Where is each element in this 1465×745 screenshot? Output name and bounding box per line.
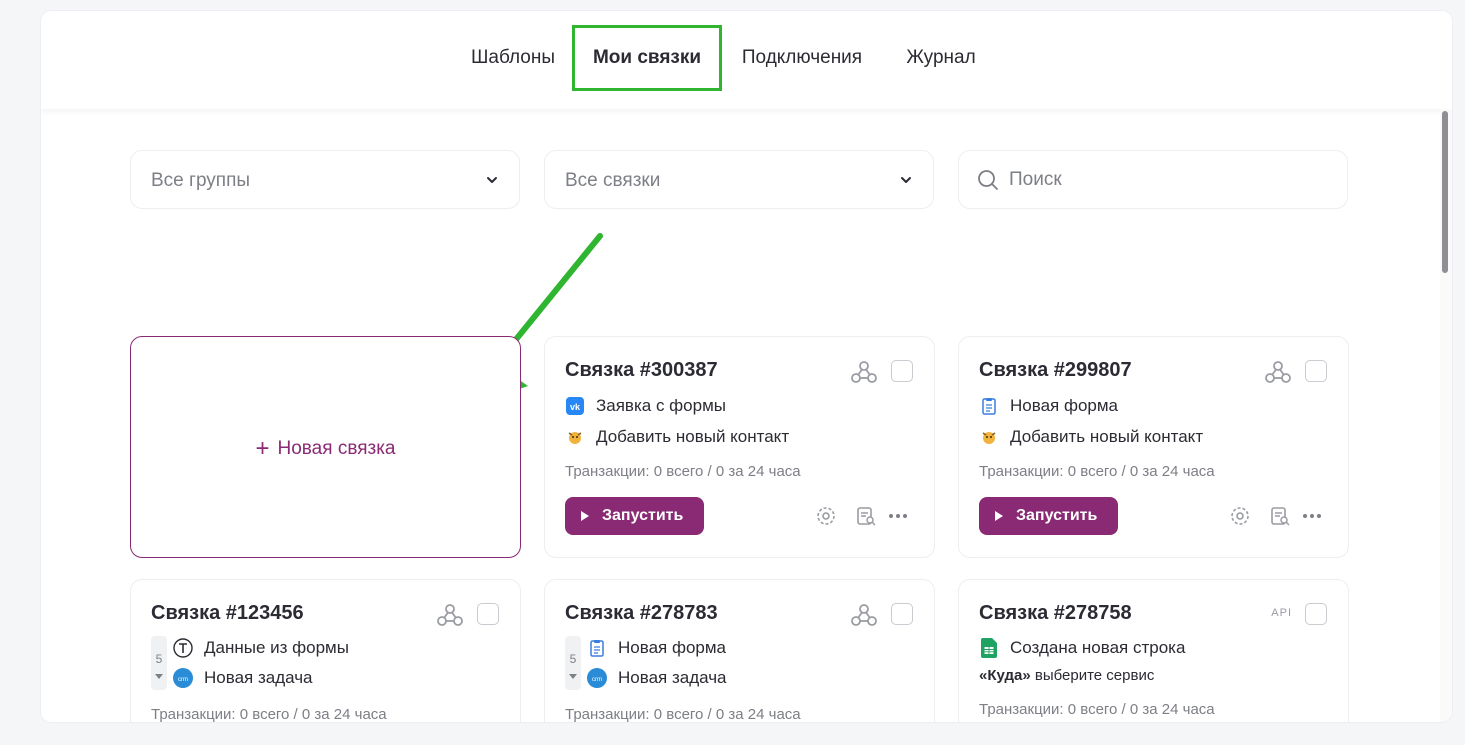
run-button[interactable]: Запустить (979, 497, 1118, 535)
run-label: Запустить (602, 507, 684, 524)
google-sheets-icon (979, 638, 999, 658)
trigger-text: Данные из формы (204, 638, 349, 657)
step-count: 5 (155, 652, 163, 666)
target-hint: выберите сервис (1030, 667, 1155, 684)
select-checkbox[interactable] (477, 603, 499, 625)
svg-text:crm: crm (178, 677, 188, 683)
main-panel: Шаблоны Мои связки Подключения Журнал Вс… (41, 11, 1452, 722)
link-card-title: Связка #300387 (565, 359, 718, 381)
chevron-down-icon (901, 177, 911, 183)
action-step: Добавить новый контакт (979, 427, 1203, 447)
gear-icon[interactable] (1229, 505, 1251, 527)
transactions-stats: Транзакции: 0 всего / 0 за 24 часа (979, 701, 1215, 718)
webhook-icon (1265, 361, 1291, 383)
play-icon (581, 511, 589, 521)
search-icon (978, 170, 998, 190)
tab-journal[interactable]: Журнал (896, 25, 986, 91)
action-step: crm Новая задача (587, 668, 727, 688)
step-count-stepper[interactable]: 5 (151, 636, 167, 690)
transactions-stats: Транзакции: 0 всего / 0 за 24 часа (979, 463, 1215, 480)
action-step: Добавить новый контакт (565, 427, 789, 447)
tab-my-links[interactable]: Мои связки (572, 25, 722, 91)
search-input[interactable] (1009, 164, 1309, 196)
more-options-icon[interactable] (887, 505, 909, 527)
trigger-text: Создана новая строка (1010, 638, 1186, 657)
vk-icon: vk (565, 396, 585, 416)
action-text: Добавить новый контакт (596, 427, 790, 446)
step-count-stepper[interactable]: 5 (565, 636, 581, 690)
run-button[interactable]: Запустить (565, 497, 704, 535)
target-label: «Куда» (979, 667, 1031, 684)
plus-icon: + (255, 435, 270, 462)
select-checkbox[interactable] (891, 603, 913, 625)
search-box[interactable] (958, 150, 1348, 209)
play-icon (995, 511, 1003, 521)
new-link-card[interactable]: + Новая связка (130, 336, 521, 558)
crm-icon: crm (587, 668, 607, 688)
webhook-icon (851, 604, 877, 626)
caret-down-icon (569, 674, 577, 679)
clipboard-icon (979, 396, 999, 416)
trigger-text: Заявка с формы (596, 396, 726, 415)
target-service-hint[interactable]: «Куда» выберите сервис (979, 667, 1154, 684)
webhook-icon (437, 604, 463, 626)
transactions-stats: Транзакции: 0 всего / 0 за 24 часа (565, 463, 801, 480)
link-card-title: Связка #123456 (151, 602, 304, 624)
text-t-icon (173, 638, 193, 658)
transactions-stats: Транзакции: 0 всего / 0 за 24 часа (151, 706, 387, 722)
groups-select[interactable]: Все группы (130, 150, 520, 209)
trigger-step: Новая форма (979, 396, 1118, 416)
contact-avatar-icon (565, 427, 585, 447)
trigger-text: Новая форма (618, 638, 726, 657)
trigger-step: vk Заявка с формы (565, 396, 726, 416)
more-options-icon[interactable] (1301, 505, 1323, 527)
run-label: Запустить (1016, 507, 1098, 524)
new-link-label: + Новая связка (131, 435, 520, 463)
trigger-step: Создана новая строка (979, 638, 1185, 658)
groups-select-value: Все группы (151, 170, 251, 191)
crm-icon: crm (173, 668, 193, 688)
trigger-text: Новая форма (1010, 396, 1118, 415)
link-card[interactable]: Связка #123456 5 Данные из формы crm Нов… (130, 579, 521, 722)
contact-avatar-icon (979, 427, 999, 447)
select-checkbox[interactable] (891, 360, 913, 382)
step-count: 5 (569, 652, 577, 666)
api-badge: API (1271, 607, 1292, 619)
tab-templates[interactable]: Шаблоны (457, 25, 569, 91)
gear-icon[interactable] (815, 505, 837, 527)
svg-text:crm: crm (592, 677, 602, 683)
link-card[interactable]: Связка #278758 API Создана новая строка … (958, 579, 1349, 722)
link-card-title: Связка #299807 (979, 359, 1132, 381)
action-step: crm Новая задача (173, 668, 313, 688)
link-card-title: Связка #278758 (979, 602, 1132, 624)
chevron-down-icon (487, 177, 497, 183)
link-card[interactable]: Связка #299807 Новая форма Добавить новы… (958, 336, 1349, 558)
action-text: Новая задача (204, 668, 313, 687)
new-link-text: Новая связка (277, 438, 396, 459)
transactions-stats: Транзакции: 0 всего / 0 за 24 часа (565, 706, 801, 722)
action-text: Добавить новый контакт (1010, 427, 1204, 446)
top-navigation: Шаблоны Мои связки Подключения Журнал (41, 11, 1452, 109)
links-select-value: Все связки (565, 170, 661, 191)
action-text: Новая задача (618, 668, 727, 687)
link-card-title: Связка #278783 (565, 602, 718, 624)
trigger-step: Данные из формы (173, 638, 349, 658)
link-card[interactable]: Связка #300387 vk Заявка с формы Добавит… (544, 336, 935, 558)
log-view-icon[interactable] (1269, 505, 1291, 527)
links-select[interactable]: Все связки (544, 150, 934, 209)
trigger-step: Новая форма (587, 638, 726, 658)
select-checkbox[interactable] (1305, 603, 1327, 625)
link-card[interactable]: Связка #278783 5 Новая форма crm Новая з… (544, 579, 935, 722)
log-view-icon[interactable] (855, 505, 877, 527)
svg-text:vk: vk (570, 402, 581, 412)
tab-connections[interactable]: Подключения (731, 25, 873, 91)
clipboard-icon (587, 638, 607, 658)
scrollbar-thumb[interactable] (1442, 111, 1448, 273)
select-checkbox[interactable] (1305, 360, 1327, 382)
caret-down-icon (155, 674, 163, 679)
webhook-icon (851, 361, 877, 383)
